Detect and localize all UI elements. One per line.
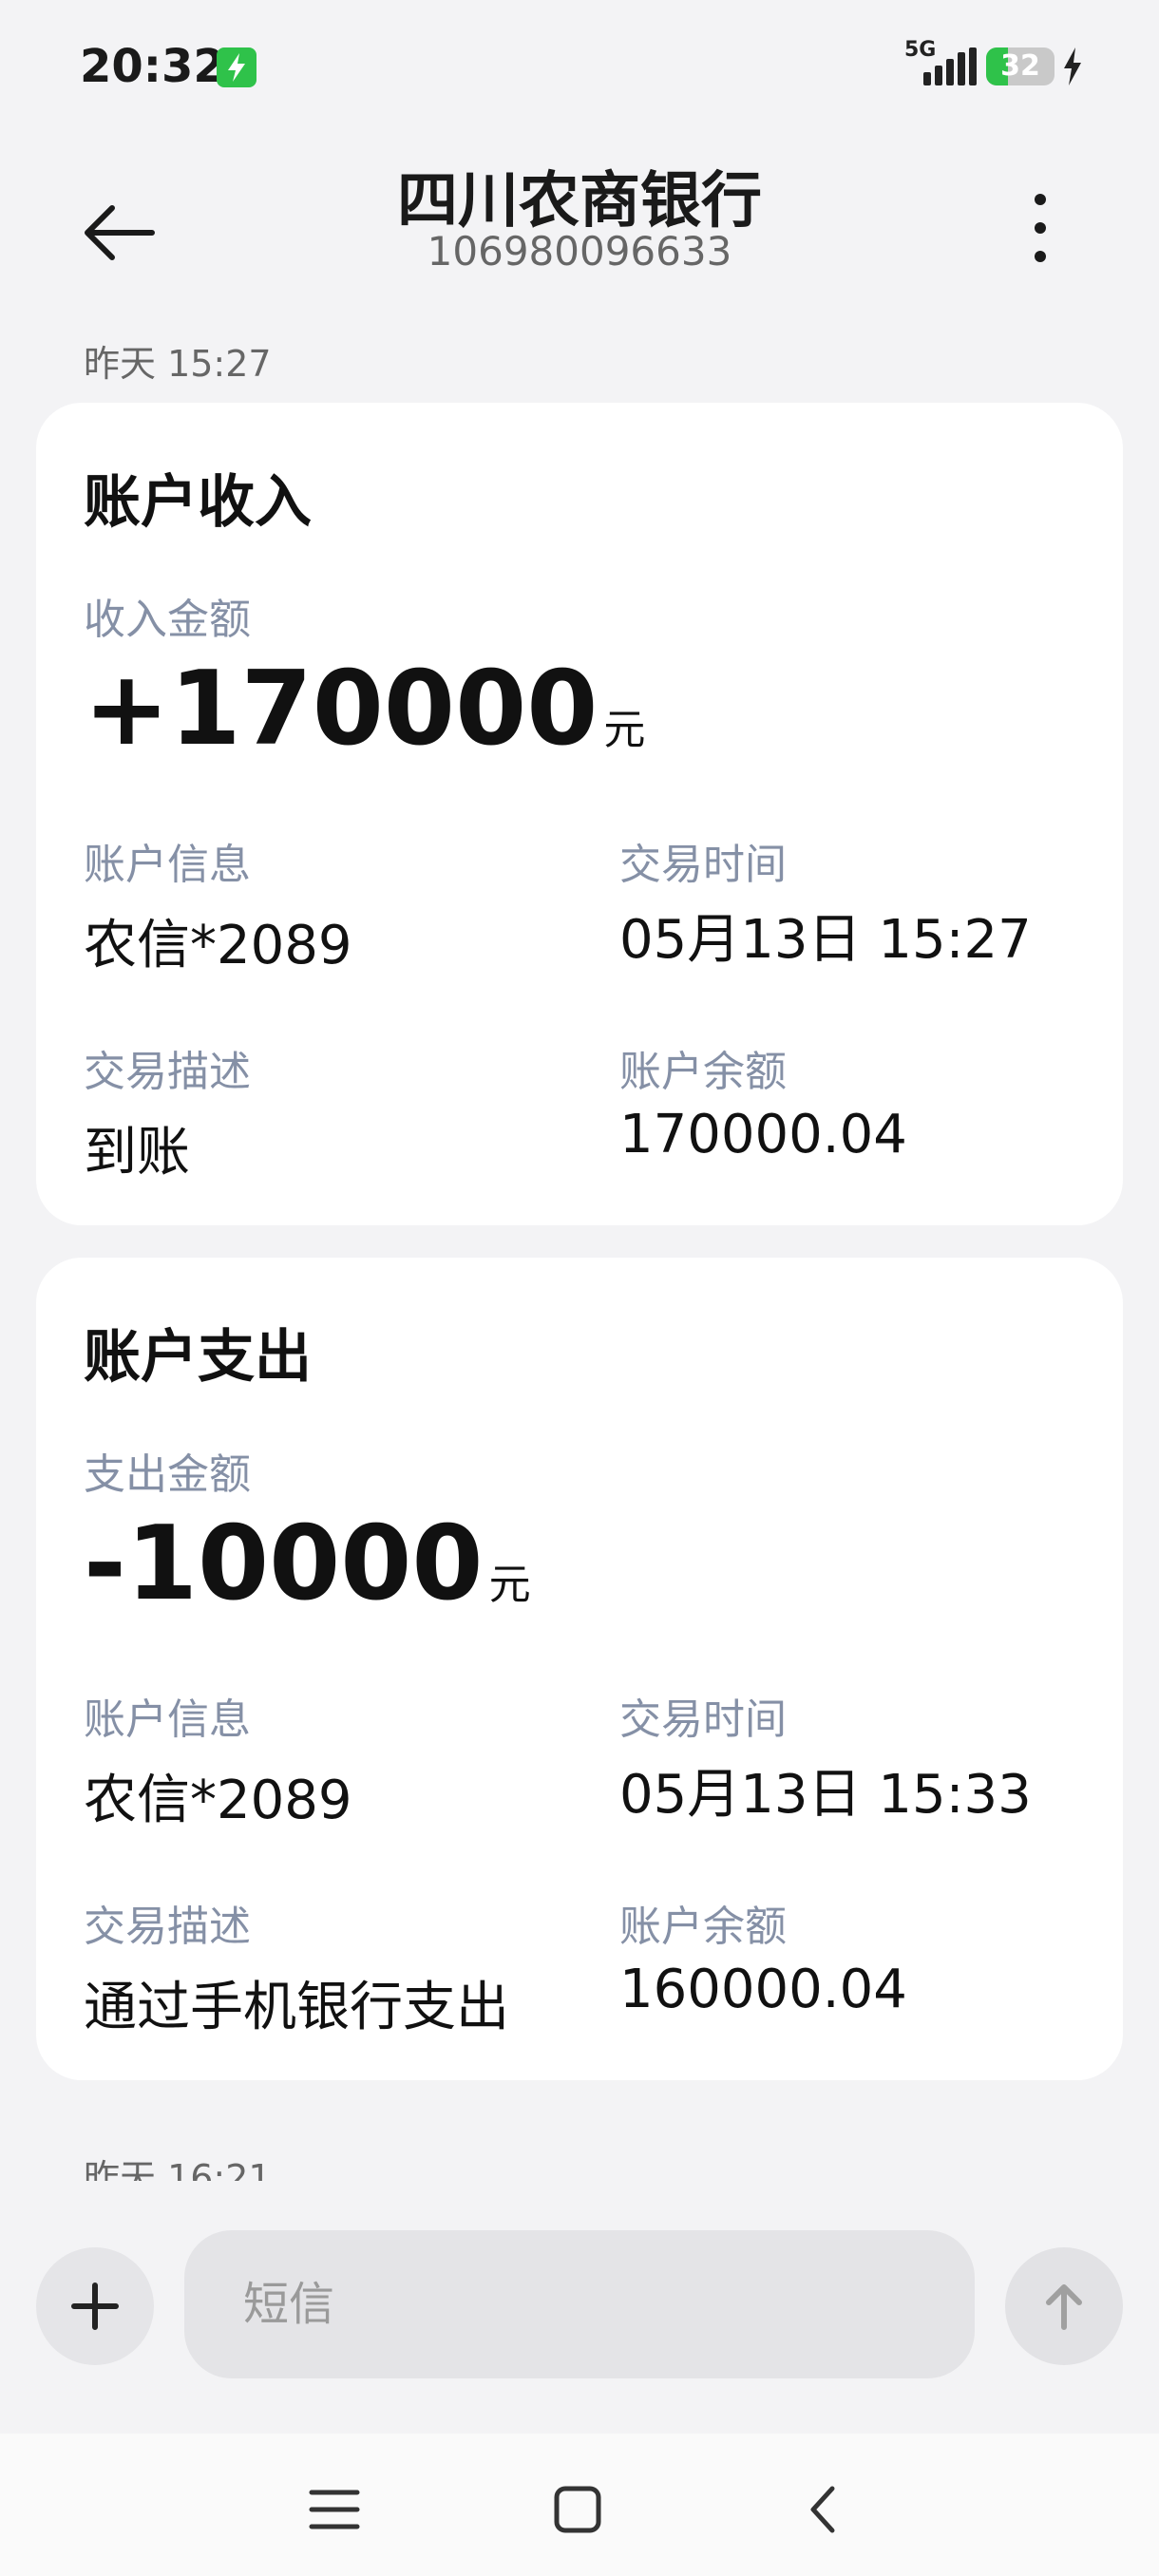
amount-row: -10000 元 xyxy=(84,1505,531,1623)
sender-number: 106980096633 xyxy=(427,228,732,275)
amount-value: -10000 xyxy=(84,1505,484,1623)
card-title: 账户收入 xyxy=(84,469,312,536)
conversation-header: 四川农商银行 106980096633 xyxy=(0,133,1159,294)
time-value: 05月13日 15:33 xyxy=(619,1764,1032,1826)
account-label: 账户信息 xyxy=(84,1695,251,1744)
message-card-income[interactable]: 账户收入 收入金额 +170000 元 账户信息 农信*2089 交易时间 05月… xyxy=(36,403,1123,1225)
amount-value: +170000 xyxy=(84,650,598,768)
card-title: 账户支出 xyxy=(84,1324,312,1391)
desc-label: 交易描述 xyxy=(84,1903,251,1951)
desc-value: 通过手机银行支出 xyxy=(84,1977,509,2038)
plus-icon xyxy=(71,2282,119,2330)
amount-label: 支出金额 xyxy=(84,1450,251,1499)
time-value: 05月13日 15:27 xyxy=(619,909,1032,971)
system-navigation-bar xyxy=(0,2434,1159,2576)
status-bar: 20:32 5G 32 xyxy=(0,0,1159,133)
amount-row: +170000 元 xyxy=(84,650,645,768)
home-square-icon[interactable] xyxy=(540,2472,616,2548)
amount-unit: 元 xyxy=(488,1561,531,1609)
account-label: 账户信息 xyxy=(84,841,251,889)
lightning-bolt-icon xyxy=(217,47,256,87)
next-message-timestamp: 昨天 16:21 xyxy=(84,2157,272,2181)
message-timestamp: 昨天 15:27 xyxy=(84,343,272,385)
balance-value: 160000.04 xyxy=(619,1959,907,2020)
menu-icon[interactable] xyxy=(296,2472,372,2548)
message-card-expense[interactable]: 账户支出 支出金额 -10000 元 账户信息 农信*2089 交易时间 05月1… xyxy=(36,1258,1123,2080)
battery-level: 32 xyxy=(1000,49,1040,83)
contact-name: 四川农商银行 xyxy=(397,166,762,237)
charging-bolt-icon xyxy=(1064,47,1081,85)
signal-strength-icon xyxy=(923,47,977,85)
message-composer xyxy=(0,2194,1159,2432)
back-chevron-icon[interactable] xyxy=(787,2472,863,2548)
account-value: 农信*2089 xyxy=(84,1770,352,1831)
amount-unit: 元 xyxy=(603,706,646,754)
amount-label: 收入金额 xyxy=(84,596,251,644)
balance-label: 账户余额 xyxy=(619,1048,787,1096)
desc-label: 交易描述 xyxy=(84,1048,251,1096)
add-attachment-button[interactable] xyxy=(36,2247,154,2365)
send-button[interactable] xyxy=(1005,2247,1123,2365)
status-time: 20:32 xyxy=(80,40,225,93)
balance-label: 账户余额 xyxy=(619,1903,787,1951)
time-label: 交易时间 xyxy=(619,1695,787,1744)
time-label: 交易时间 xyxy=(619,841,787,889)
account-value: 农信*2089 xyxy=(84,915,352,976)
balance-value: 170000.04 xyxy=(619,1104,907,1165)
desc-value: 到账 xyxy=(84,1122,190,1184)
more-vertical-icon[interactable] xyxy=(1016,180,1064,294)
send-arrow-up-icon xyxy=(1046,2284,1082,2330)
sms-input[interactable] xyxy=(184,2230,975,2378)
battery-icon: 32 xyxy=(986,47,1054,85)
